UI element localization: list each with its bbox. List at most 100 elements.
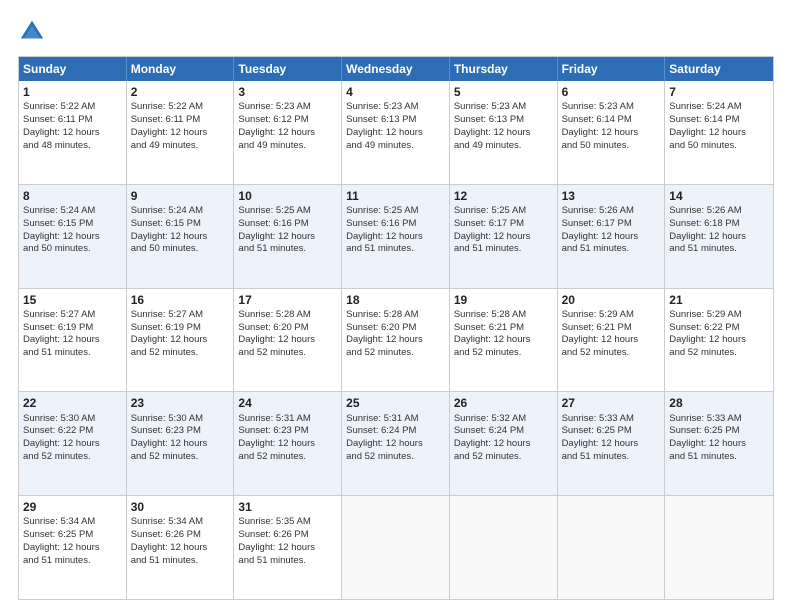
day-number: 17 bbox=[238, 292, 337, 308]
day-info: and 52 minutes. bbox=[131, 451, 230, 464]
day-info: and 51 minutes. bbox=[23, 555, 122, 568]
day-info: Sunrise: 5:25 AM bbox=[238, 205, 337, 218]
day-info: Daylight: 12 hours bbox=[23, 334, 122, 347]
calendar-cell: 23Sunrise: 5:30 AMSunset: 6:23 PMDayligh… bbox=[127, 392, 235, 495]
day-info: Daylight: 12 hours bbox=[23, 438, 122, 451]
day-info: Sunset: 6:12 PM bbox=[238, 114, 337, 127]
day-info: and 52 minutes. bbox=[454, 451, 553, 464]
calendar-cell: 30Sunrise: 5:34 AMSunset: 6:26 PMDayligh… bbox=[127, 496, 235, 599]
calendar-cell: 11Sunrise: 5:25 AMSunset: 6:16 PMDayligh… bbox=[342, 185, 450, 288]
calendar-cell: 2Sunrise: 5:22 AMSunset: 6:11 PMDaylight… bbox=[127, 81, 235, 184]
calendar-row: 1Sunrise: 5:22 AMSunset: 6:11 PMDaylight… bbox=[19, 81, 773, 184]
calendar-cell bbox=[558, 496, 666, 599]
calendar-cell: 20Sunrise: 5:29 AMSunset: 6:21 PMDayligh… bbox=[558, 289, 666, 392]
header bbox=[18, 18, 774, 46]
calendar-header: SundayMondayTuesdayWednesdayThursdayFrid… bbox=[19, 57, 773, 81]
day-info: Sunrise: 5:23 AM bbox=[238, 101, 337, 114]
day-info: and 52 minutes. bbox=[131, 347, 230, 360]
day-info: and 51 minutes. bbox=[131, 555, 230, 568]
day-info: Daylight: 12 hours bbox=[346, 438, 445, 451]
day-info: and 51 minutes. bbox=[238, 243, 337, 256]
day-number: 20 bbox=[562, 292, 661, 308]
day-info: and 50 minutes. bbox=[669, 140, 769, 153]
day-info: Sunset: 6:14 PM bbox=[669, 114, 769, 127]
day-info: Sunset: 6:13 PM bbox=[346, 114, 445, 127]
day-info: Sunset: 6:20 PM bbox=[238, 322, 337, 335]
day-info: Sunrise: 5:34 AM bbox=[131, 516, 230, 529]
day-info: Daylight: 12 hours bbox=[669, 438, 769, 451]
calendar-cell: 25Sunrise: 5:31 AMSunset: 6:24 PMDayligh… bbox=[342, 392, 450, 495]
day-info: and 51 minutes. bbox=[562, 243, 661, 256]
day-info: Daylight: 12 hours bbox=[669, 127, 769, 140]
day-number: 29 bbox=[23, 499, 122, 515]
day-info: Sunrise: 5:29 AM bbox=[562, 309, 661, 322]
day-info: Daylight: 12 hours bbox=[669, 231, 769, 244]
calendar-cell: 21Sunrise: 5:29 AMSunset: 6:22 PMDayligh… bbox=[665, 289, 773, 392]
day-info: Sunrise: 5:22 AM bbox=[131, 101, 230, 114]
day-info: Sunset: 6:17 PM bbox=[454, 218, 553, 231]
day-info: Daylight: 12 hours bbox=[454, 334, 553, 347]
day-info: Sunrise: 5:23 AM bbox=[454, 101, 553, 114]
day-number: 3 bbox=[238, 84, 337, 100]
weekday-header: Friday bbox=[558, 57, 666, 81]
day-number: 30 bbox=[131, 499, 230, 515]
day-number: 28 bbox=[669, 395, 769, 411]
calendar-cell bbox=[450, 496, 558, 599]
calendar-cell bbox=[665, 496, 773, 599]
day-info: Sunset: 6:21 PM bbox=[454, 322, 553, 335]
day-info: Sunset: 6:11 PM bbox=[131, 114, 230, 127]
day-number: 19 bbox=[454, 292, 553, 308]
calendar-cell: 9Sunrise: 5:24 AMSunset: 6:15 PMDaylight… bbox=[127, 185, 235, 288]
day-info: Daylight: 12 hours bbox=[562, 438, 661, 451]
day-info: Sunset: 6:22 PM bbox=[23, 425, 122, 438]
day-info: and 51 minutes. bbox=[669, 451, 769, 464]
day-number: 12 bbox=[454, 188, 553, 204]
day-info: Sunset: 6:17 PM bbox=[562, 218, 661, 231]
day-info: Sunset: 6:11 PM bbox=[23, 114, 122, 127]
day-info: Daylight: 12 hours bbox=[238, 542, 337, 555]
calendar-cell: 10Sunrise: 5:25 AMSunset: 6:16 PMDayligh… bbox=[234, 185, 342, 288]
day-info: Sunset: 6:22 PM bbox=[669, 322, 769, 335]
day-number: 4 bbox=[346, 84, 445, 100]
day-info: Daylight: 12 hours bbox=[238, 127, 337, 140]
calendar-cell: 26Sunrise: 5:32 AMSunset: 6:24 PMDayligh… bbox=[450, 392, 558, 495]
day-info: and 51 minutes. bbox=[238, 555, 337, 568]
day-info: Daylight: 12 hours bbox=[346, 334, 445, 347]
day-info: and 51 minutes. bbox=[454, 243, 553, 256]
calendar-row: 22Sunrise: 5:30 AMSunset: 6:22 PMDayligh… bbox=[19, 391, 773, 495]
day-info: Daylight: 12 hours bbox=[131, 542, 230, 555]
day-number: 31 bbox=[238, 499, 337, 515]
day-info: and 52 minutes. bbox=[346, 347, 445, 360]
day-info: and 52 minutes. bbox=[238, 347, 337, 360]
day-info: and 48 minutes. bbox=[23, 140, 122, 153]
day-number: 26 bbox=[454, 395, 553, 411]
day-number: 5 bbox=[454, 84, 553, 100]
day-number: 16 bbox=[131, 292, 230, 308]
calendar-cell: 27Sunrise: 5:33 AMSunset: 6:25 PMDayligh… bbox=[558, 392, 666, 495]
day-info: and 50 minutes. bbox=[23, 243, 122, 256]
day-info: Sunset: 6:23 PM bbox=[238, 425, 337, 438]
day-info: and 52 minutes. bbox=[346, 451, 445, 464]
day-info: Sunrise: 5:28 AM bbox=[238, 309, 337, 322]
day-number: 11 bbox=[346, 188, 445, 204]
day-info: Sunset: 6:15 PM bbox=[23, 218, 122, 231]
calendar-cell: 28Sunrise: 5:33 AMSunset: 6:25 PMDayligh… bbox=[665, 392, 773, 495]
day-info: Sunrise: 5:34 AM bbox=[23, 516, 122, 529]
calendar-cell: 4Sunrise: 5:23 AMSunset: 6:13 PMDaylight… bbox=[342, 81, 450, 184]
day-info: Daylight: 12 hours bbox=[562, 231, 661, 244]
page: SundayMondayTuesdayWednesdayThursdayFrid… bbox=[0, 0, 792, 612]
day-info: and 51 minutes. bbox=[669, 243, 769, 256]
day-info: Sunset: 6:18 PM bbox=[669, 218, 769, 231]
day-info: Sunrise: 5:23 AM bbox=[346, 101, 445, 114]
day-number: 22 bbox=[23, 395, 122, 411]
day-info: Sunrise: 5:24 AM bbox=[669, 101, 769, 114]
day-info: and 50 minutes. bbox=[131, 243, 230, 256]
day-info: Daylight: 12 hours bbox=[562, 334, 661, 347]
calendar-cell: 29Sunrise: 5:34 AMSunset: 6:25 PMDayligh… bbox=[19, 496, 127, 599]
calendar-cell: 18Sunrise: 5:28 AMSunset: 6:20 PMDayligh… bbox=[342, 289, 450, 392]
day-info: and 49 minutes. bbox=[454, 140, 553, 153]
day-number: 7 bbox=[669, 84, 769, 100]
day-info: Sunrise: 5:31 AM bbox=[238, 413, 337, 426]
day-number: 9 bbox=[131, 188, 230, 204]
calendar-cell: 22Sunrise: 5:30 AMSunset: 6:22 PMDayligh… bbox=[19, 392, 127, 495]
